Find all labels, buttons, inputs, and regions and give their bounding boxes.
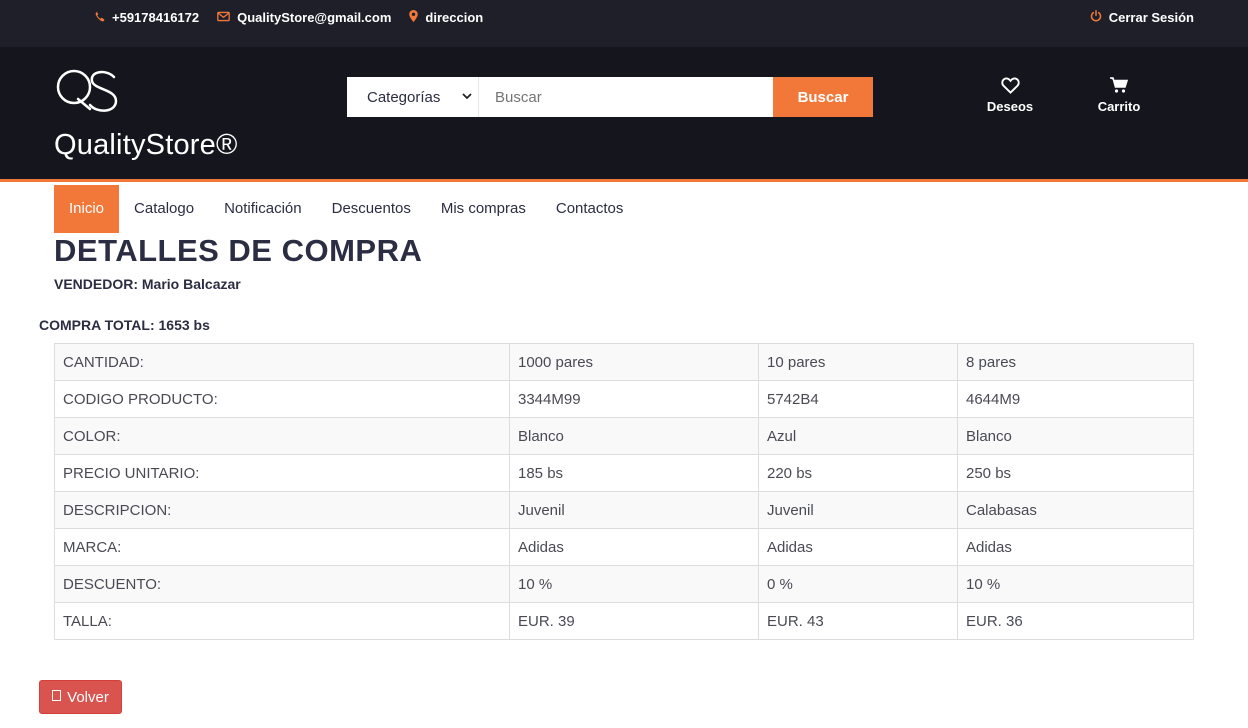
contact-info: +59178416172 QualityStore@gmail.com dire… [94, 10, 483, 25]
row-label: TALLA: [54, 602, 510, 640]
brand-name[interactable]: QualityStore® [54, 129, 238, 162]
table-row: DESCRIPCION: Juvenil Juvenil Calabasas [54, 491, 1194, 529]
email-text: QualityStore@gmail.com [237, 10, 392, 25]
table-cell: Juvenil [509, 491, 759, 529]
purchase-details-table: CANTIDAD: 1000 pares 10 pares 8 pares CO… [54, 343, 1194, 640]
table-row: MARCA: Adidas Adidas Adidas [54, 528, 1194, 566]
category-select[interactable]: Categorías [347, 77, 479, 117]
cart-icon [1084, 77, 1154, 97]
logout-link[interactable]: Cerrar Sesión [1090, 10, 1194, 25]
page-title: DETALLES DE COMPRA [54, 233, 423, 268]
table-cell: EUR. 36 [957, 602, 1194, 640]
map-marker-icon [409, 10, 419, 25]
row-label: MARCA: [54, 528, 510, 566]
contact-address[interactable]: direccion [409, 10, 483, 25]
table-cell: 250 bs [957, 454, 1194, 492]
logout-label: Cerrar Sesión [1108, 10, 1194, 25]
table-cell: Adidas [957, 528, 1194, 566]
table-cell: 10 pares [758, 343, 958, 381]
table-cell: EUR. 43 [758, 602, 958, 640]
main-header: QualityStore® Categorías Buscar Deseos C… [0, 47, 1248, 182]
table-cell: 0 % [758, 565, 958, 603]
tab-descuentos[interactable]: Descuentos [317, 185, 426, 233]
table-cell: Calabasas [957, 491, 1194, 529]
table-cell: 5742B4 [758, 380, 958, 418]
search-input[interactable] [479, 77, 773, 117]
table-cell: 10 % [957, 565, 1194, 603]
tab-contactos[interactable]: Contactos [541, 185, 639, 233]
row-label: CODIGO PRODUCTO: [54, 380, 510, 418]
brand-logo-icon[interactable] [54, 65, 120, 117]
tab-inicio[interactable]: Inicio [54, 185, 120, 233]
row-label: DESCUENTO: [54, 565, 510, 603]
table-cell: Blanco [957, 417, 1194, 455]
row-label: CANTIDAD: [54, 343, 510, 381]
row-label: PRECIO UNITARIO: [54, 454, 510, 492]
cart-label: Carrito [1097, 99, 1141, 114]
contact-email[interactable]: QualityStore@gmail.com [217, 10, 391, 25]
table-cell: 10 % [509, 565, 759, 603]
purchase-total: COMPRA TOTAL: 1653 bs [39, 317, 210, 333]
seller-label: VENDEDOR: Mario Balcazar [54, 276, 241, 292]
table-cell: EUR. 39 [509, 602, 759, 640]
wishlist-link[interactable]: Deseos [975, 77, 1045, 114]
row-label: DESCRIPCION: [54, 491, 510, 529]
row-label: COLOR: [54, 417, 510, 455]
address-text: direccion [425, 10, 484, 25]
back-button[interactable]: Volver [39, 680, 122, 714]
table-cell: 4644M9 [957, 380, 1194, 418]
table-row: TALLA: EUR. 39 EUR. 43 EUR. 36 [54, 602, 1194, 640]
table-row: PRECIO UNITARIO: 185 bs 220 bs 250 bs [54, 454, 1194, 492]
table-cell: 1000 pares [509, 343, 759, 381]
table-cell: Blanco [509, 417, 759, 455]
phone-text: +59178416172 [112, 10, 200, 25]
table-cell: Azul [758, 417, 958, 455]
table-cell: 185 bs [509, 454, 759, 492]
wishlist-label: Deseos [986, 99, 1034, 114]
phone-icon [94, 11, 105, 25]
cart-link[interactable]: Carrito [1084, 77, 1154, 114]
tab-notificacion[interactable]: Notificación [209, 185, 317, 233]
search-button[interactable]: Buscar [773, 77, 873, 117]
chevron-down-icon [462, 91, 473, 103]
table-cell: 8 pares [957, 343, 1194, 381]
back-button-label: Volver [67, 688, 109, 706]
table-row: CODIGO PRODUCTO: 3344M99 5742B4 4644M9 [54, 380, 1194, 418]
back-icon [52, 690, 62, 704]
table-row: COLOR: Blanco Azul Blanco [54, 417, 1194, 455]
table-cell: Juvenil [758, 491, 958, 529]
table-cell: 3344M99 [509, 380, 759, 418]
search-bar: Categorías Buscar [347, 77, 873, 117]
table-cell: 220 bs [758, 454, 958, 492]
tab-mis-compras[interactable]: Mis compras [426, 185, 541, 233]
table-cell: Adidas [758, 528, 958, 566]
category-select-value: Categorías [367, 88, 441, 106]
envelope-icon [217, 11, 230, 25]
tab-catalogo[interactable]: Catalogo [119, 185, 209, 233]
contact-phone[interactable]: +59178416172 [94, 10, 199, 25]
top-bar: +59178416172 QualityStore@gmail.com dire… [0, 0, 1248, 47]
table-row: CANTIDAD: 1000 pares 10 pares 8 pares [54, 343, 1194, 381]
table-cell: Adidas [509, 528, 759, 566]
main-nav: Inicio Catalogo Notificación Descuentos … [54, 185, 638, 233]
heart-icon [975, 77, 1045, 97]
table-row: DESCUENTO: 10 % 0 % 10 % [54, 565, 1194, 603]
power-icon [1090, 10, 1102, 25]
